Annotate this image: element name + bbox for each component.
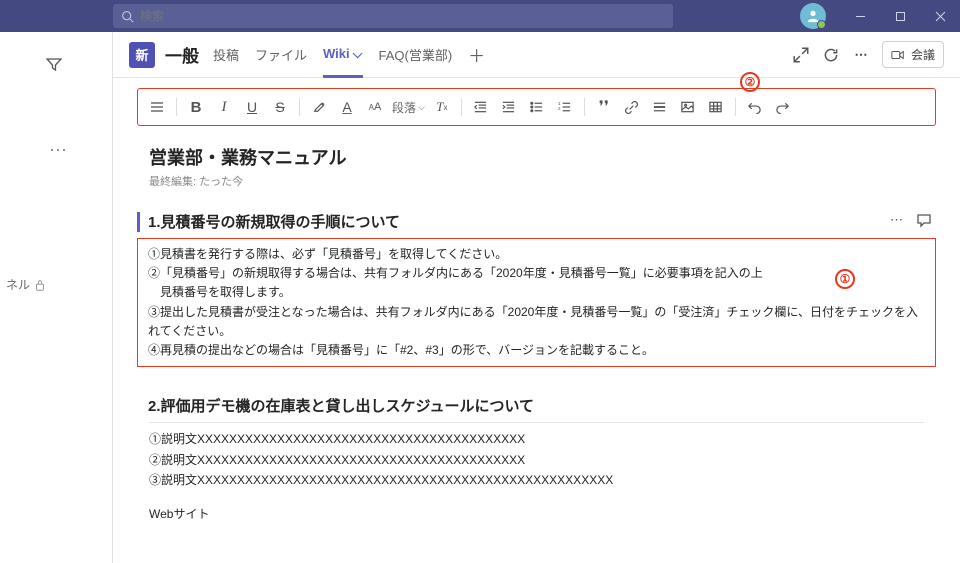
rail-lock-row: ネル xyxy=(0,276,112,293)
callout-1: ① xyxy=(835,269,855,289)
section-2-line: ①説明文XXXXXXXXXXXXXXXXXXXXXXXXXXXXXXXXXXXX… xyxy=(149,429,924,449)
chevron-down-icon: ⌵ xyxy=(418,102,425,113)
rail-more-icon[interactable]: ⋯ xyxy=(49,140,68,161)
format-toolbar: B I U S A AA 段落⌵ Tx 12 ❜❜ xyxy=(137,88,936,126)
section-1-line: ②「見積番号」の新規取得する場合は、共有フォルダ内にある「2020年度・見積番号… xyxy=(148,264,925,283)
filter-icon[interactable] xyxy=(40,50,68,78)
highlight-button[interactable] xyxy=(306,94,332,120)
section-1-line: ①見積書を発行する際は、必ず「見積番号」を取得してください。 xyxy=(148,245,925,264)
section-more-icon[interactable]: ⋯ xyxy=(890,212,904,231)
left-rail: ⋯ ネル xyxy=(0,32,113,563)
tab-posts[interactable]: 投稿 xyxy=(213,32,239,77)
indent-button[interactable] xyxy=(496,94,522,120)
font-color-button[interactable]: A xyxy=(334,94,360,120)
camera-icon xyxy=(891,49,905,61)
tab-wiki[interactable]: Wiki⌵ xyxy=(323,33,362,78)
search-icon xyxy=(121,10,134,23)
outdent-button[interactable] xyxy=(468,94,494,120)
section-2-line: ③説明文XXXXXXXXXXXXXXXXXXXXXXXXXXXXXXXXXXXX… xyxy=(149,470,924,490)
undo-button[interactable] xyxy=(742,94,768,120)
section-1-line: ④再見積の提出などの場合は「見積番号」に「#2、#3」の形で、バージョンを記載す… xyxy=(148,341,925,360)
table-button[interactable] xyxy=(703,94,729,120)
bold-button[interactable]: B xyxy=(183,94,209,120)
italic-button[interactable]: I xyxy=(211,94,237,120)
section-1-title[interactable]: 1.見積番号の新規取得の手順について xyxy=(148,211,890,232)
bullet-list-button[interactable] xyxy=(524,94,550,120)
chevron-down-icon: ⌵ xyxy=(353,46,363,62)
font-size-button[interactable]: AA xyxy=(362,94,388,120)
link-button[interactable] xyxy=(619,94,645,120)
section-1-line: ③提出した見積書が受注となった場合は、共有フォルダ内にある「2020年度・見積番… xyxy=(148,303,925,341)
wiki-content: 営業部・業務マニュアル 最終編集: たった今 1.見積番号の新規取得の手順につい… xyxy=(113,126,960,563)
section-2-line: ②説明文XXXXXXXXXXXXXXXXXXXXXXXXXXXXXXXXXXXX… xyxy=(149,450,924,470)
avatar[interactable] xyxy=(800,3,826,29)
page-last-edit: 最終編集: たった今 xyxy=(149,173,936,189)
hamburger-icon[interactable] xyxy=(144,94,170,120)
underline-button[interactable]: U xyxy=(239,94,265,120)
maximize-button[interactable] xyxy=(880,0,920,32)
meet-button[interactable]: 会議 xyxy=(882,41,944,68)
tab-faq[interactable]: FAQ(営業部) xyxy=(379,32,453,77)
section-active-bar xyxy=(137,212,140,232)
minimize-button[interactable] xyxy=(840,0,880,32)
team-badge[interactable]: 新 xyxy=(129,42,155,68)
clear-format-button[interactable]: Tx xyxy=(429,94,455,120)
add-tab-button[interactable]: ＋ xyxy=(468,42,485,67)
redo-button[interactable] xyxy=(770,94,796,120)
channel-name: 一般 xyxy=(165,42,199,67)
search-box[interactable] xyxy=(113,4,673,28)
section-1-line: 見積番号を取得します。 xyxy=(148,283,925,302)
close-button[interactable] xyxy=(920,0,960,32)
strike-button[interactable]: S xyxy=(267,94,293,120)
presence-indicator xyxy=(817,20,826,29)
channel-header: 新 一般 投稿 ファイル Wiki⌵ FAQ(営業部) ＋ ⋯ 会議 xyxy=(113,32,960,78)
image-button[interactable] xyxy=(675,94,701,120)
quote-button[interactable]: ❜❜ xyxy=(591,94,617,120)
header-more-icon[interactable]: ⋯ xyxy=(852,46,870,64)
page-title[interactable]: 営業部・業務マニュアル xyxy=(149,144,936,170)
paragraph-dropdown[interactable]: 段落⌵ xyxy=(390,99,427,116)
refresh-icon[interactable] xyxy=(822,46,840,64)
expand-icon[interactable] xyxy=(792,46,810,64)
tab-files[interactable]: ファイル xyxy=(255,32,307,77)
section-2-title[interactable]: 2.評価用デモ機の在庫表と貸し出しスケジュールについて xyxy=(148,395,936,416)
conversation-icon[interactable] xyxy=(916,212,932,231)
number-list-button[interactable]: 12 xyxy=(552,94,578,120)
section-2-link[interactable]: Webサイト xyxy=(149,504,924,524)
hr-button[interactable] xyxy=(647,94,673,120)
lock-icon xyxy=(34,279,46,291)
svg-text:2: 2 xyxy=(558,106,561,111)
callout-2: ② xyxy=(740,72,760,92)
title-bar xyxy=(0,0,960,32)
rail-lock-label: ネル xyxy=(6,276,30,293)
section-1-body[interactable]: ① ①見積書を発行する際は、必ず「見積番号」を取得してください。 ②「見積番号」… xyxy=(137,238,936,367)
search-input[interactable] xyxy=(140,9,665,23)
section-2-body[interactable]: ①説明文XXXXXXXXXXXXXXXXXXXXXXXXXXXXXXXXXXXX… xyxy=(137,423,936,531)
